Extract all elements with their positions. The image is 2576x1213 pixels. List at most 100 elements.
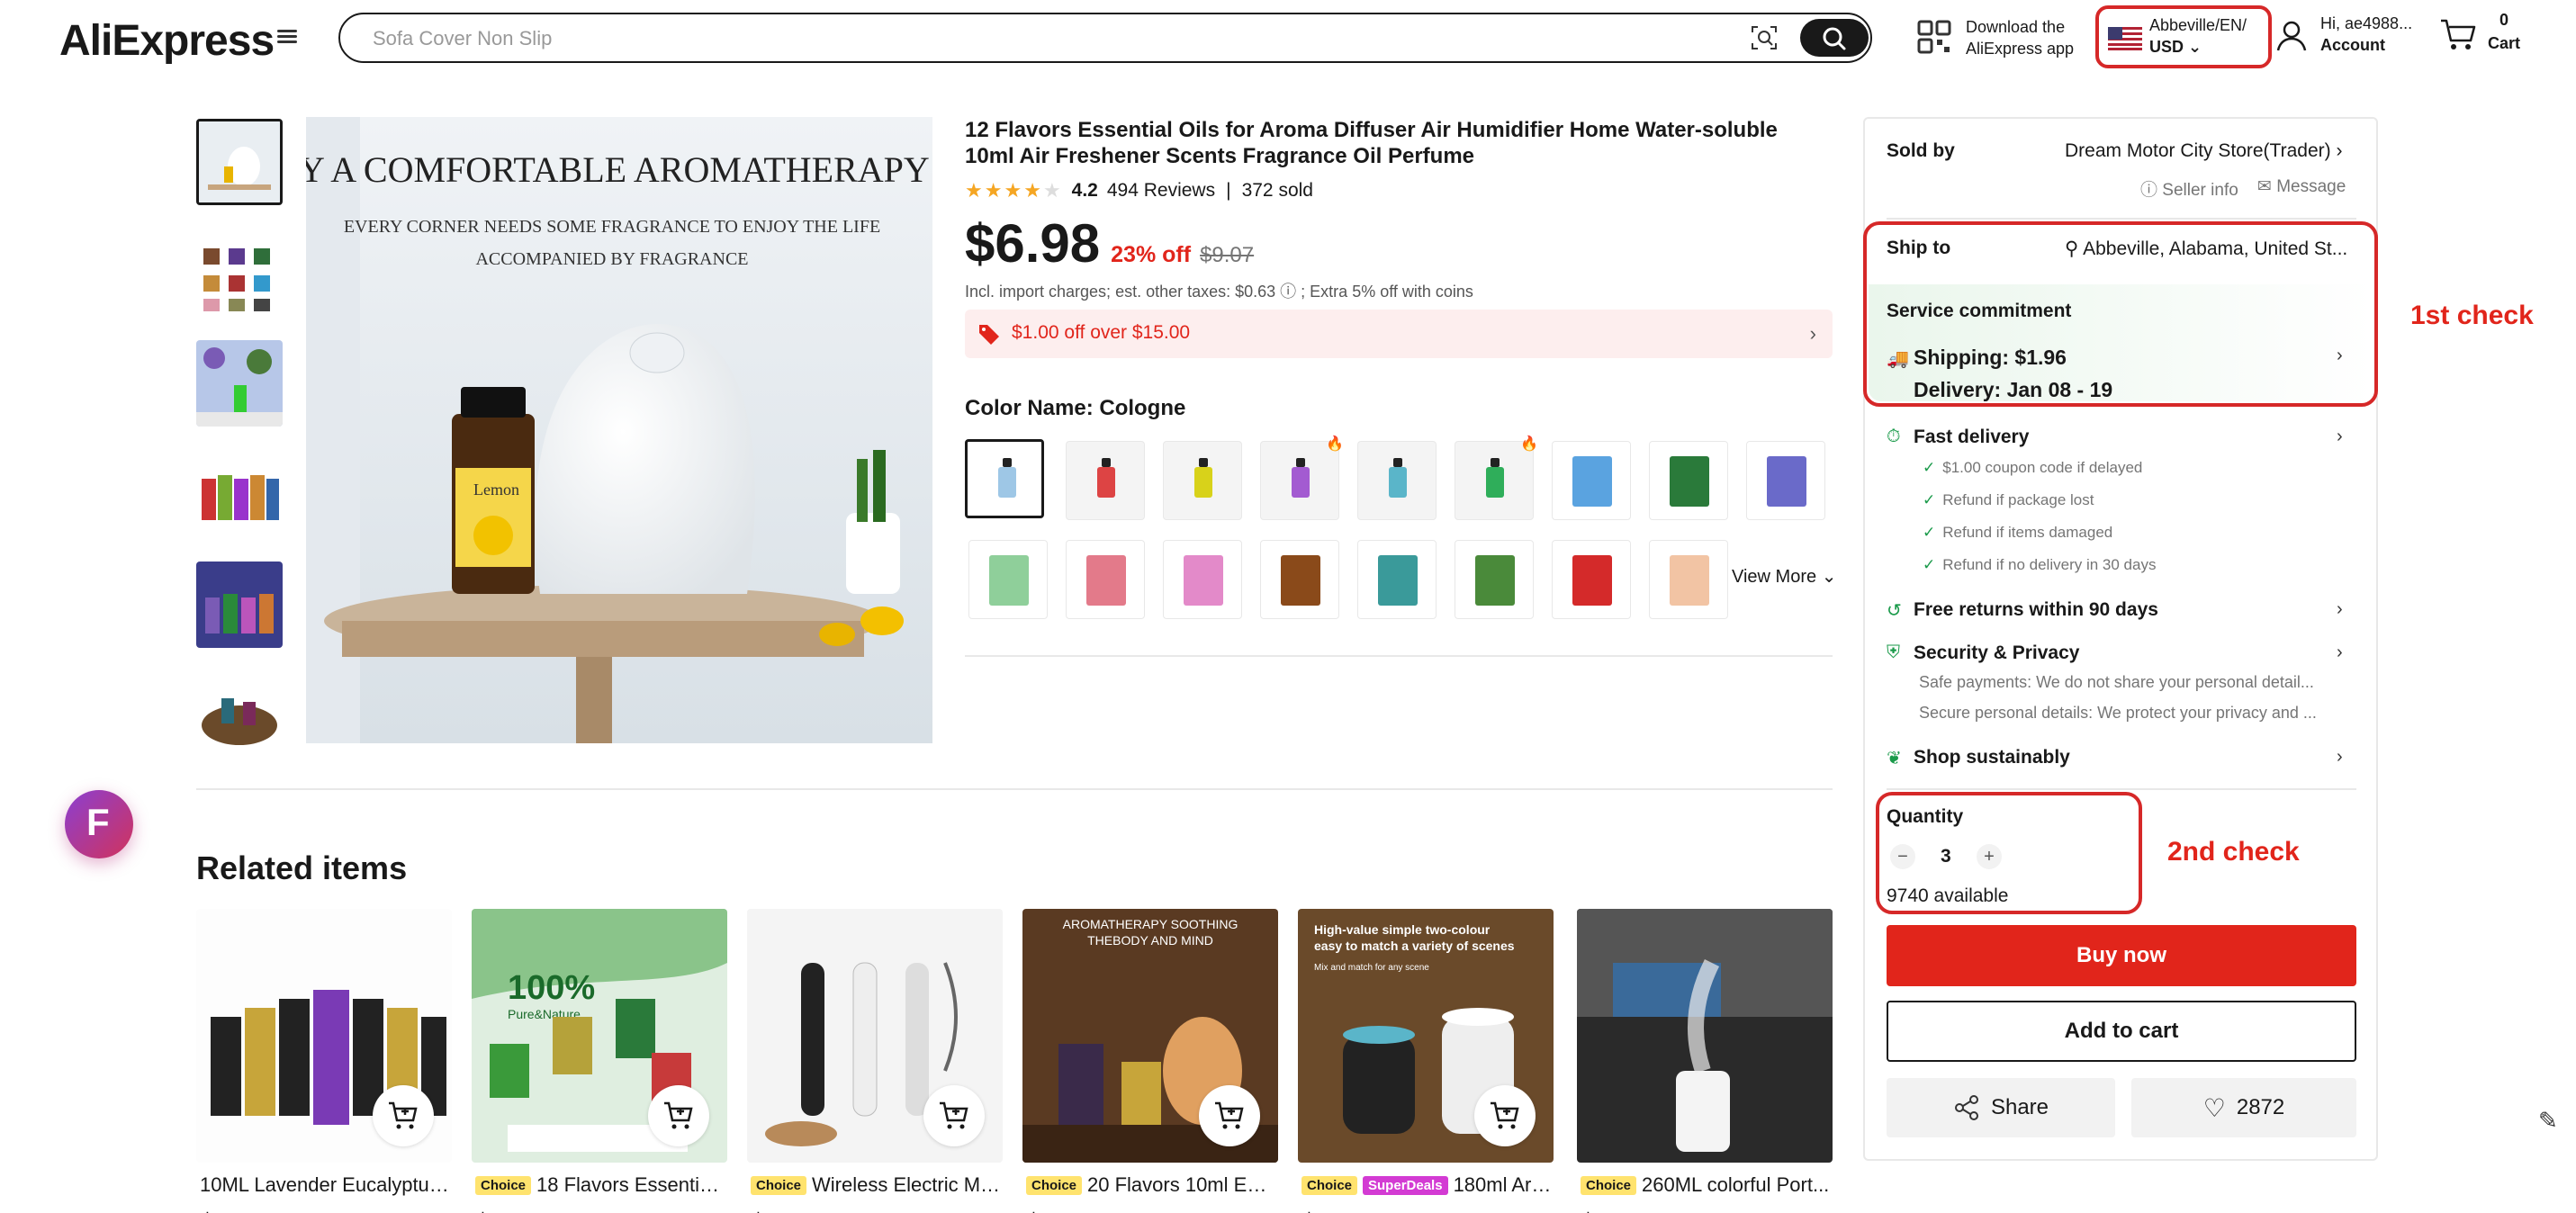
gallery-thumbnail-4[interactable] [196, 452, 283, 538]
download-app-text: Download the AliExpress app [1966, 18, 2075, 58]
coupon-banner[interactable]: $1.00 off over $15.00 › [965, 310, 1833, 358]
shipping-cost[interactable]: Shipping: $1.96 [1914, 346, 2067, 370]
cart-count: 0 [2499, 11, 2508, 29]
hamburger-menu-icon[interactable] [277, 27, 297, 47]
quick-add-cart-button[interactable] [1474, 1085, 1536, 1146]
gallery-thumbnail-6[interactable] [196, 671, 283, 758]
color-swatch-14[interactable] [1357, 540, 1437, 619]
color-swatch-12[interactable] [1163, 540, 1242, 619]
swatch-box [1184, 555, 1223, 606]
account-label: Account [2320, 36, 2385, 54]
free-returns-title[interactable]: Free returns within 90 days [1914, 599, 2158, 621]
gallery-thumbnail-2[interactable] [196, 230, 283, 317]
view-more-colors[interactable]: View More ⌄ [1732, 565, 1836, 588]
account-menu[interactable]: Hi, ae4988... Account [2275, 13, 2419, 61]
quick-add-cart-button[interactable] [648, 1085, 709, 1146]
shopping-cart-icon [2441, 19, 2476, 49]
section-divider [196, 788, 1833, 790]
shop-sustainably-title[interactable]: Shop sustainably [1914, 747, 2070, 768]
color-swatch-17[interactable] [1649, 540, 1728, 619]
related-item-card[interactable]: ChoiceWireless Electric Mil... $0.99 [747, 909, 1003, 1213]
card-aroma-line1: AROMATHERAPY SOOTHING [1063, 917, 1238, 931]
superdeals-badge: SuperDeals [1363, 1176, 1448, 1195]
check-icon: ✓ [1923, 524, 1936, 541]
choice-badge: Choice [1581, 1176, 1637, 1195]
swatch-box [1670, 555, 1709, 606]
color-swatch-15[interactable] [1455, 540, 1534, 619]
swatch-box [1378, 555, 1418, 606]
color-swatch-4[interactable]: 🔥 [1260, 436, 1344, 520]
fast-delivery-item: ✓ Refund if package lost [1923, 491, 2094, 508]
color-swatch-7[interactable] [1552, 441, 1631, 520]
gallery-thumbnail-3[interactable] [196, 340, 283, 427]
chevron-right-icon[interactable]: › [2337, 599, 2343, 620]
aliexpress-logo[interactable]: AliExpress [59, 16, 275, 66]
quantity-increase-button[interactable]: + [1977, 844, 2002, 869]
image-search-icon[interactable] [1750, 23, 1779, 52]
cart-link[interactable]: 0 Cart [2439, 11, 2529, 61]
related-item-card[interactable]: Choice260ML colorful Port... $0.99 [1577, 909, 1833, 1213]
related-item-card[interactable]: High-value simple two-colour easy to mat… [1298, 909, 1554, 1213]
search-input[interactable] [373, 26, 1723, 51]
color-swatch-11[interactable] [1066, 540, 1145, 619]
related-item-card[interactable]: 10ML Lavender Eucalyptus... $2.55 [196, 909, 452, 1213]
quick-add-cart-button[interactable] [923, 1085, 985, 1146]
fast-delivery-item: ✓ Refund if no delivery in 30 days [1923, 556, 2157, 573]
quantity-value[interactable]: 3 [1941, 846, 1951, 867]
color-swatch-13[interactable] [1260, 540, 1339, 619]
quantity-decrease-button[interactable]: − [1890, 844, 1915, 869]
main-product-image[interactable]: Lemon ENJOY A COMFORTABLE AROMATHERAPY L… [306, 117, 932, 743]
add-to-cart-icon [1491, 1101, 1519, 1129]
ship-to-location[interactable]: ⚲ Abbeville, Alabama, United St... [2065, 238, 2347, 260]
color-swatch-16[interactable] [1552, 540, 1631, 619]
main-image-caption-2: EVERY CORNER NEEDS SOME FRAGRANCE TO ENJ… [344, 217, 880, 237]
coupon-tag-icon [979, 325, 999, 345]
chevron-right-icon[interactable]: › [2337, 747, 2343, 768]
chevron-right-icon[interactable]: › [2337, 642, 2343, 663]
chevron-down-icon: ⌄ [2188, 38, 2202, 56]
color-swatch-10[interactable] [968, 540, 1048, 619]
price-row: $6.98 23% off $9.07 [965, 212, 1254, 275]
color-swatch-8[interactable] [1649, 441, 1728, 520]
card-pure-text: 100% [508, 969, 595, 1007]
store-name-link[interactable]: Dream Motor City Store(Trader) › [2065, 140, 2342, 162]
download-app-link[interactable]: Download the AliExpress app [1917, 14, 2088, 59]
color-swatch-5[interactable] [1357, 441, 1437, 520]
chevron-right-icon: › [1809, 322, 1816, 345]
add-to-cart-button[interactable]: Add to cart [1887, 1001, 2356, 1062]
chevron-right-icon: › [2336, 140, 2343, 161]
related-item-card[interactable]: 100% Pure&Nature Choice 18 Flavors Essent… [472, 909, 727, 1213]
search-button[interactable] [1800, 19, 1869, 57]
gallery-thumbnail-1[interactable] [196, 119, 283, 205]
security-privacy-title[interactable]: Security & Privacy [1914, 642, 2079, 664]
locale-selector[interactable]: Abbeville/EN/ USD ⌄ [2095, 5, 2272, 68]
color-name-label: Color Name: Cologne [965, 396, 1186, 420]
related-item-image [1577, 909, 1833, 1163]
wishlist-button[interactable]: ♡ 2872 [2131, 1078, 2356, 1137]
color-swatch-9[interactable] [1746, 441, 1825, 520]
color-swatch-3[interactable] [1163, 441, 1242, 520]
fast-delivery-title[interactable]: Fast delivery [1914, 427, 2029, 448]
rating-score: 4.2 [1071, 180, 1098, 201]
heart-icon: ♡ [2202, 1093, 2226, 1122]
related-item-name: Choice 18 Flavors Essential ... [475, 1173, 725, 1197]
chevron-right-icon[interactable]: › [2337, 427, 2343, 447]
share-button[interactable]: Share [1887, 1078, 2115, 1137]
gallery-thumbnail-5[interactable] [196, 562, 283, 648]
edit-pencil-icon[interactable]: ✎ [2538, 1107, 2558, 1135]
add-to-cart-icon [389, 1101, 418, 1129]
seller-info-link[interactable]: ⓘ Seller info [2140, 176, 2238, 201]
message-seller-link[interactable]: ✉ Message [2257, 176, 2346, 197]
related-item-card[interactable]: AROMATHERAPY SOOTHING THEBODY AND MIND C… [1022, 909, 1278, 1213]
reviews-link[interactable]: 494 Reviews [1107, 180, 1215, 202]
product-title: 12 Flavors Essential Oils for Aroma Diff… [965, 118, 1778, 168]
quick-add-cart-button[interactable] [373, 1085, 434, 1146]
quick-add-cart-button[interactable] [1199, 1085, 1260, 1146]
chevron-right-icon[interactable]: › [2337, 346, 2343, 366]
floating-assistant-button[interactable]: F [65, 790, 133, 858]
color-swatch-2[interactable] [1066, 441, 1145, 520]
buy-now-button[interactable]: Buy now [1887, 925, 2356, 986]
color-swatch-6[interactable]: 🔥 [1455, 436, 1538, 520]
color-swatch-cologne[interactable] [965, 439, 1044, 518]
account-greeting: Hi, ae4988... [2320, 14, 2413, 32]
